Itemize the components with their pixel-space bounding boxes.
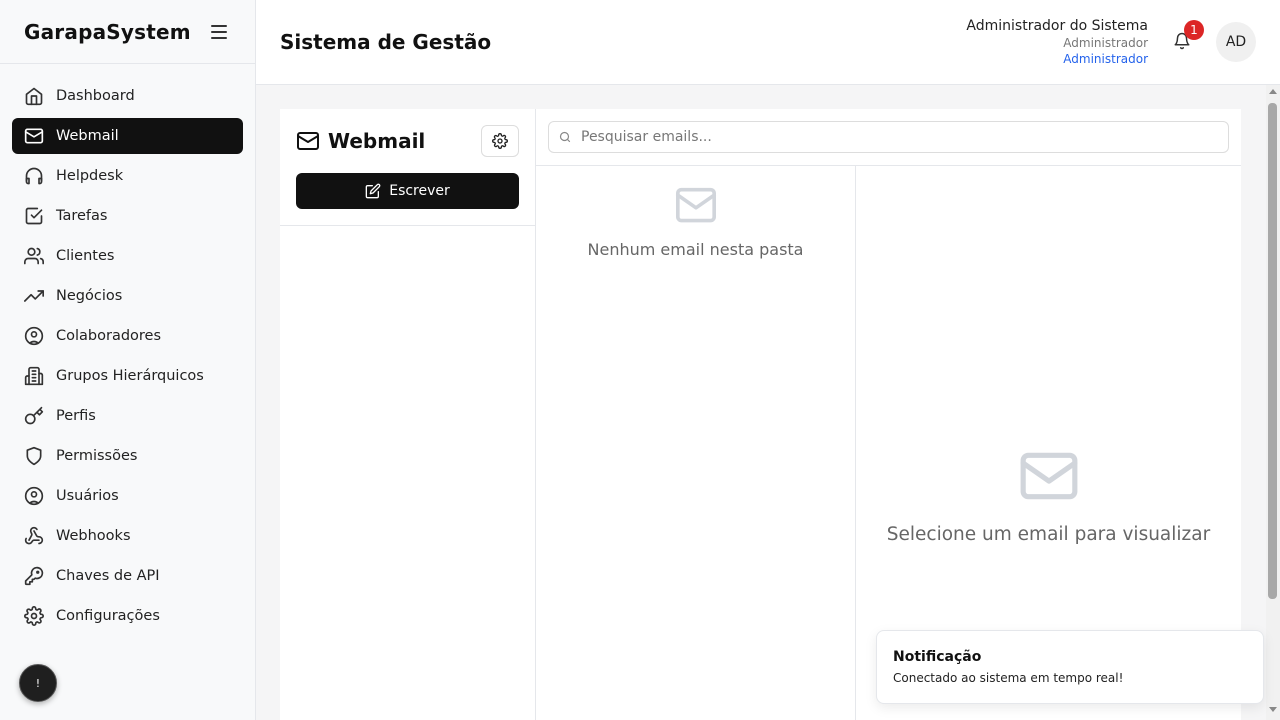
compose-button[interactable]: Escrever <box>296 173 519 209</box>
folders-pane: Webmail Escrever <box>280 109 536 720</box>
search-bar <box>536 109 1241 166</box>
user-role-link[interactable]: Administrador <box>966 51 1148 67</box>
brand-logo[interactable]: GarapaSystem <box>24 20 191 44</box>
webhook-icon <box>24 526 44 545</box>
sidebar-item-grupos-hierarquicos[interactable]: Grupos Hierárquicos <box>12 358 243 394</box>
empty-folder-text: Nenhum email nesta pasta <box>587 240 804 259</box>
search-icon <box>559 131 571 143</box>
user-info: Administrador do Sistema Administrador A… <box>966 17 1148 67</box>
user-circle-icon <box>24 326 44 346</box>
mail-icon <box>24 128 44 144</box>
key-icon <box>24 406 44 425</box>
notification-badge: 1 <box>1184 20 1204 40</box>
sidebar-item-chaves-api[interactable]: Chaves de API <box>12 558 243 594</box>
sidebar-item-clientes[interactable]: Clientes <box>12 238 243 274</box>
sidebar-item-helpdesk[interactable]: Helpdesk <box>12 158 243 194</box>
search-box <box>548 121 1229 153</box>
folders-header: Webmail Escrever <box>280 109 535 226</box>
avatar[interactable]: AD <box>1216 22 1256 62</box>
sidebar-item-label: Configurações <box>56 608 160 624</box>
compose-label: Escrever <box>389 183 450 199</box>
scroll-up-arrow-icon[interactable] <box>1269 89 1277 94</box>
user-role: Administrador <box>1063 36 1148 50</box>
sidebar-item-usuarios[interactable]: Usuários <box>12 478 243 514</box>
sidebar: GarapaSystem Dashboard Webmail Helpdesk … <box>0 0 256 720</box>
sidebar-item-negocios[interactable]: Negócios <box>12 278 243 314</box>
mail-icon <box>1020 452 1077 500</box>
top-header: Sistema de Gestão Administrador do Siste… <box>256 0 1280 85</box>
sidebar-item-tarefas[interactable]: Tarefas <box>12 198 243 234</box>
webmail-title-text: Webmail <box>328 129 426 153</box>
checkbox-icon <box>25 207 43 225</box>
sidebar-item-label: Tarefas <box>56 208 108 224</box>
toast-message: Conectado ao sistema em tempo real! <box>893 671 1124 685</box>
sidebar-item-label: Webhooks <box>56 528 131 544</box>
sidebar-item-label: Perfis <box>56 408 96 424</box>
sidebar-item-label: Grupos Hierárquicos <box>56 368 204 384</box>
user-circle-icon <box>24 486 44 506</box>
gear-icon <box>24 606 44 626</box>
headphones-icon <box>25 167 43 185</box>
email-list-pane: Nenhum email nesta pasta <box>536 166 856 720</box>
notification-toast[interactable]: Notificação Conectado ao sistema em temp… <box>876 630 1264 704</box>
toast-title: Notificação <box>893 649 982 665</box>
floating-alert-button[interactable]: ! <box>19 664 57 702</box>
building-icon <box>24 366 44 386</box>
sidebar-item-permissoes[interactable]: Permissões <box>12 438 243 474</box>
sidebar-item-label: Usuários <box>56 488 119 504</box>
key-round-icon <box>24 566 44 586</box>
sidebar-item-label: Chaves de API <box>56 568 160 584</box>
sidebar-item-label: Negócios <box>56 288 123 304</box>
sidebar-item-label: Dashboard <box>56 88 135 104</box>
sidebar-item-webmail[interactable]: Webmail <box>12 118 243 154</box>
sidebar-header: GarapaSystem <box>0 0 255 64</box>
sidebar-item-label: Permissões <box>56 448 138 464</box>
mail-icon <box>297 132 319 150</box>
sidebar-item-label: Webmail <box>56 128 119 144</box>
sidebar-item-colaboradores[interactable]: Colaboradores <box>12 318 243 354</box>
sidebar-item-label: Helpdesk <box>56 168 124 184</box>
scrollbar-thumb[interactable] <box>1268 103 1277 599</box>
preview-empty-state: Selecione um email para visualizar <box>856 450 1241 545</box>
gear-icon <box>492 133 508 149</box>
sidebar-item-label: Clientes <box>56 248 115 264</box>
menu-toggle-icon[interactable] <box>211 24 227 39</box>
edit-icon <box>365 183 381 199</box>
sidebar-item-dashboard[interactable]: Dashboard <box>12 78 243 114</box>
webmail-settings-button[interactable] <box>481 125 519 157</box>
scroll-down-arrow-icon[interactable] <box>1269 707 1277 712</box>
mail-icon <box>675 187 716 223</box>
search-input[interactable] <box>581 129 1221 145</box>
user-name: Administrador do Sistema <box>966 18 1148 34</box>
users-icon <box>24 247 44 265</box>
select-email-text: Selecione um email para visualizar <box>886 524 1211 545</box>
page-scrollbar[interactable] <box>1266 85 1280 720</box>
webmail-title: Webmail <box>296 129 425 153</box>
home-icon <box>25 87 43 106</box>
shield-icon <box>26 446 42 466</box>
empty-list-state: Nenhum email nesta pasta <box>536 186 855 259</box>
sidebar-item-configuracoes[interactable]: Configurações <box>12 598 243 634</box>
webmail-panel: Webmail Escrever Nenhum email nesta past… <box>280 109 1241 720</box>
sidebar-item-webhooks[interactable]: Webhooks <box>12 518 243 554</box>
sidebar-item-perfis[interactable]: Perfis <box>12 398 243 434</box>
sidebar-item-label: Colaboradores <box>56 328 162 344</box>
sidebar-nav: Dashboard Webmail Helpdesk Tarefas Clien… <box>12 78 243 638</box>
trending-up-icon <box>24 290 44 302</box>
page-title: Sistema de Gestão <box>280 30 492 54</box>
